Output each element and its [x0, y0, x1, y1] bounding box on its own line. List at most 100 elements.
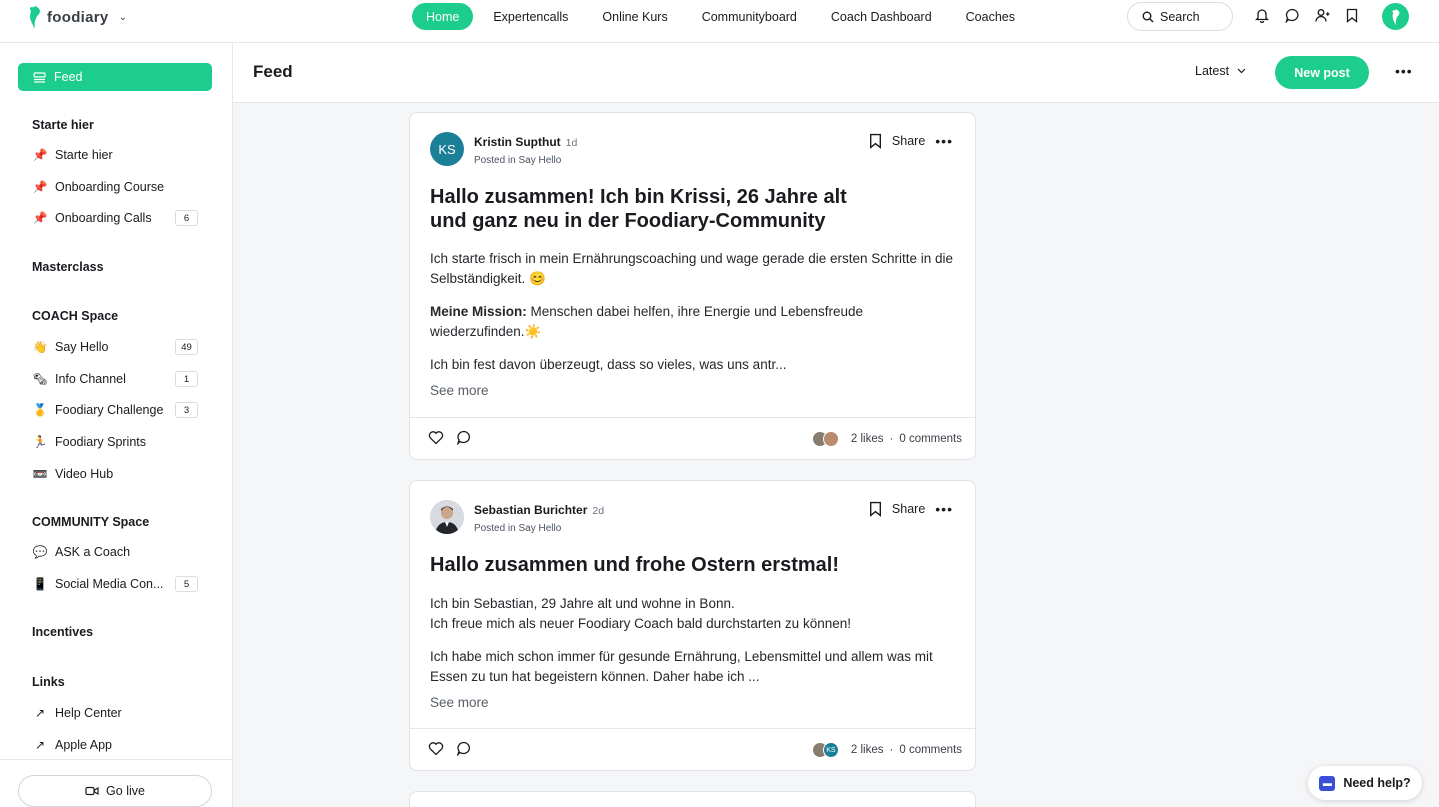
comment-icon[interactable]	[456, 741, 472, 756]
likes-count[interactable]: 2 likes	[851, 744, 884, 756]
post-actions: Share •••	[869, 133, 953, 149]
post-paragraph: Ich starte frisch in mein Ernährungscoac…	[430, 251, 954, 286]
sidebar-item-info-channel[interactable]: 🗞 Info Channel 1	[32, 369, 198, 389]
section-title: Links	[32, 675, 65, 689]
external-link-icon: ↗	[34, 738, 46, 752]
foodiary-logo-icon	[1392, 8, 1399, 25]
comments-count[interactable]: 0 comments	[899, 744, 962, 756]
nav-expertencalls[interactable]: Expertencalls	[479, 3, 582, 30]
sidebar-item-onboarding-calls[interactable]: 📌 Onboarding Calls 6	[32, 208, 198, 228]
heart-icon[interactable]	[428, 741, 444, 756]
need-help-button[interactable]: ▬ Need help?	[1308, 766, 1422, 800]
heart-icon[interactable]	[428, 430, 444, 445]
liker-avatars[interactable]: KS	[811, 742, 839, 758]
see-more-link[interactable]: See more	[430, 383, 489, 398]
nav-home[interactable]: Home	[412, 3, 474, 30]
likes-count[interactable]: 2 likes	[851, 433, 884, 445]
main-header: Feed Latest New post •••	[233, 43, 1439, 103]
bold-text: Meine Mission:	[430, 304, 527, 319]
avatar[interactable]: KS	[430, 132, 464, 166]
sidebar-item-help-center[interactable]: ↗ Help Center	[32, 703, 198, 723]
sidebar-item-label: Say Hello	[55, 340, 109, 354]
see-more-link[interactable]: See more	[430, 695, 489, 710]
bookmark-icon[interactable]	[869, 501, 882, 517]
post-body: Ich starte frisch in mein Ernährungscoac…	[430, 249, 960, 388]
videotape-icon: 📼	[32, 467, 48, 481]
bookmark-icon[interactable]	[1344, 6, 1360, 24]
post-card: KS Kristin Supthut 1d Posted in Say Hello…	[409, 112, 976, 460]
post-actions: Share •••	[869, 501, 953, 517]
pin-icon: 📌	[32, 211, 48, 225]
count-badge: 5	[175, 576, 198, 592]
go-live-button[interactable]: Go live	[18, 775, 212, 807]
search-button[interactable]: Search	[1127, 2, 1233, 31]
video-camera-icon	[85, 786, 99, 796]
author-line: Sebastian Burichter 2d	[474, 503, 604, 517]
phone-icon: 📱	[32, 577, 48, 591]
nav-communityboard[interactable]: Communityboard	[688, 3, 811, 30]
author-name[interactable]: Sebastian Burichter	[474, 503, 587, 517]
comment-icon[interactable]	[456, 430, 472, 445]
share-button[interactable]: Share	[892, 502, 925, 516]
sidebar-item-label: Apple App	[55, 738, 112, 752]
section-title[interactable]: Masterclass	[32, 260, 104, 274]
liker-avatars[interactable]	[811, 431, 839, 447]
comments-count[interactable]: 0 comments	[899, 433, 962, 445]
newspaper-icon: 🗞	[32, 372, 48, 386]
section-title: COMMUNITY Space	[32, 515, 150, 529]
pin-icon: 📌	[32, 180, 48, 194]
sidebar-item-starte-hier[interactable]: 📌 Starte hier	[32, 145, 198, 165]
post-title[interactable]: Hallo zusammen! Ich bin Krissi, 26 Jahre…	[430, 185, 847, 233]
chat-icon[interactable]	[1284, 6, 1300, 24]
chevron-down-icon[interactable]: ⌄	[119, 12, 127, 23]
post-title-line: und ganz neu in der Foodiary-Community	[430, 210, 826, 232]
sidebar-item-video-hub[interactable]: 📼 Video Hub	[32, 464, 198, 484]
sidebar-item-foodiary-challenge[interactable]: 🥇 Foodiary Challenge 3	[32, 400, 198, 420]
section-title[interactable]: Incentives	[32, 625, 93, 639]
need-help-label: Need help?	[1343, 776, 1411, 790]
sidebar-item-onboarding-course[interactable]: 📌 Onboarding Course	[32, 177, 198, 197]
posted-in[interactable]: Posted in Say Hello	[474, 155, 577, 166]
wave-icon: 👋	[32, 340, 48, 354]
post-stats: KS 2 likes · 0 comments	[811, 742, 962, 758]
post-title[interactable]: Hallo zusammen und frohe Ostern erstmal!	[430, 553, 839, 577]
sidebar-item-ask-a-coach[interactable]: 💬 ASK a Coach	[32, 542, 198, 562]
sidebar-item-apple-app[interactable]: ↗ Apple App	[32, 735, 198, 755]
bookmark-icon[interactable]	[869, 133, 882, 149]
sort-dropdown[interactable]: Latest	[1195, 64, 1246, 78]
bell-icon[interactable]	[1254, 6, 1270, 24]
nav-coaches[interactable]: Coaches	[952, 3, 1029, 30]
pin-icon: 📌	[32, 148, 48, 162]
post-body: Ich bin Sebastian, 29 Jahre alt und wohn…	[430, 594, 960, 700]
person-photo-icon	[430, 500, 464, 534]
posted-in[interactable]: Posted in Say Hello	[474, 523, 604, 534]
count-badge: 49	[175, 339, 198, 355]
nav-coach-dashboard[interactable]: Coach Dashboard	[817, 3, 946, 30]
count-badge: 6	[175, 210, 198, 226]
nav-online-kurs[interactable]: Online Kurs	[588, 3, 681, 30]
new-post-button[interactable]: New post	[1275, 56, 1369, 89]
logo[interactable]: foodiary ⌄	[27, 4, 127, 30]
avatar[interactable]	[430, 500, 464, 534]
avatar	[822, 431, 839, 447]
post-card	[409, 791, 976, 807]
more-options-icon[interactable]: •••	[935, 501, 953, 517]
more-options-icon[interactable]: •••	[1395, 63, 1413, 79]
reaction-icons	[428, 430, 472, 445]
more-options-icon[interactable]: •••	[935, 133, 953, 149]
chevron-down-icon	[1237, 68, 1246, 74]
add-user-icon[interactable]	[1314, 6, 1330, 24]
reaction-icons	[428, 741, 472, 756]
section-title: Starte hier	[32, 118, 94, 132]
post-footer: 2 likes · 0 comments	[410, 417, 975, 459]
sidebar-item-feed[interactable]: Feed	[18, 63, 212, 91]
search-icon	[1142, 11, 1154, 22]
sidebar-item-say-hello[interactable]: 👋 Say Hello 49	[32, 337, 198, 357]
share-button[interactable]: Share	[892, 134, 925, 148]
count-badge: 1	[175, 371, 198, 387]
user-avatar[interactable]	[1382, 3, 1409, 30]
sidebar-item-social-media[interactable]: 📱 Social Media Con... 5	[32, 574, 198, 594]
sidebar-item-foodiary-sprints[interactable]: 🏃 Foodiary Sprints	[32, 432, 198, 452]
author-name[interactable]: Kristin Supthut	[474, 135, 561, 149]
post-paragraph: Ich bin Sebastian, 29 Jahre alt und wohn…	[430, 594, 960, 634]
